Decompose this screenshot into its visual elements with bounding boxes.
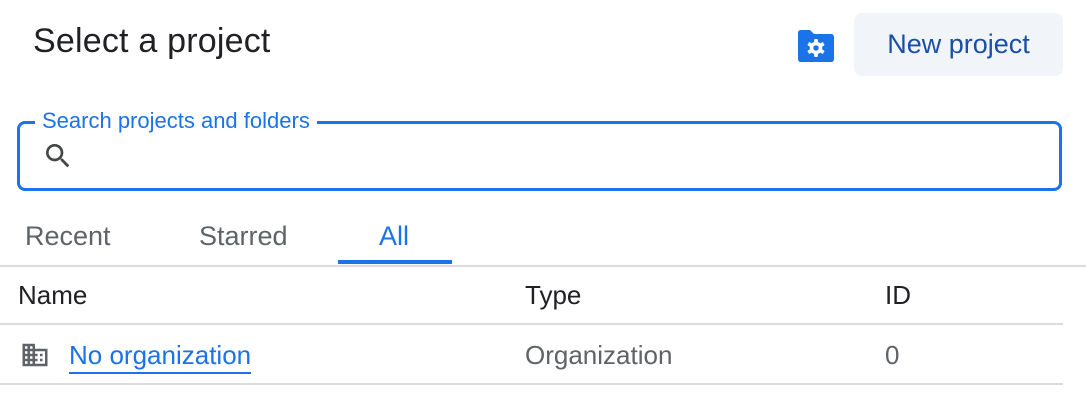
column-header-type: Type — [525, 280, 582, 310]
search-label: Search projects and folders — [35, 108, 317, 134]
project-id-cell: 0 — [885, 340, 900, 370]
tab-recent[interactable]: Recent — [25, 208, 111, 264]
tab-starred[interactable]: Starred — [199, 208, 288, 264]
select-project-dialog: Select a project New project Search proj… — [0, 0, 1086, 412]
organization-icon — [22, 343, 48, 367]
column-header-name: Name — [18, 280, 88, 310]
active-tab-indicator — [338, 260, 452, 264]
row-divider — [0, 383, 1063, 385]
search-icon — [46, 144, 70, 168]
search-input[interactable] — [86, 133, 1046, 181]
settings-folder-icon — [798, 30, 834, 62]
column-header-id: ID — [885, 280, 911, 310]
new-project-button[interactable]: New project — [854, 13, 1063, 76]
project-type-cell: Organization — [525, 340, 673, 370]
project-name-link[interactable]: No organization — [69, 340, 252, 374]
dialog-title: Select a project — [33, 22, 271, 60]
manage-folders-button[interactable] — [790, 24, 842, 68]
tabs-divider — [0, 265, 1086, 267]
tab-all[interactable]: All — [379, 208, 409, 264]
header-divider — [0, 323, 1063, 325]
